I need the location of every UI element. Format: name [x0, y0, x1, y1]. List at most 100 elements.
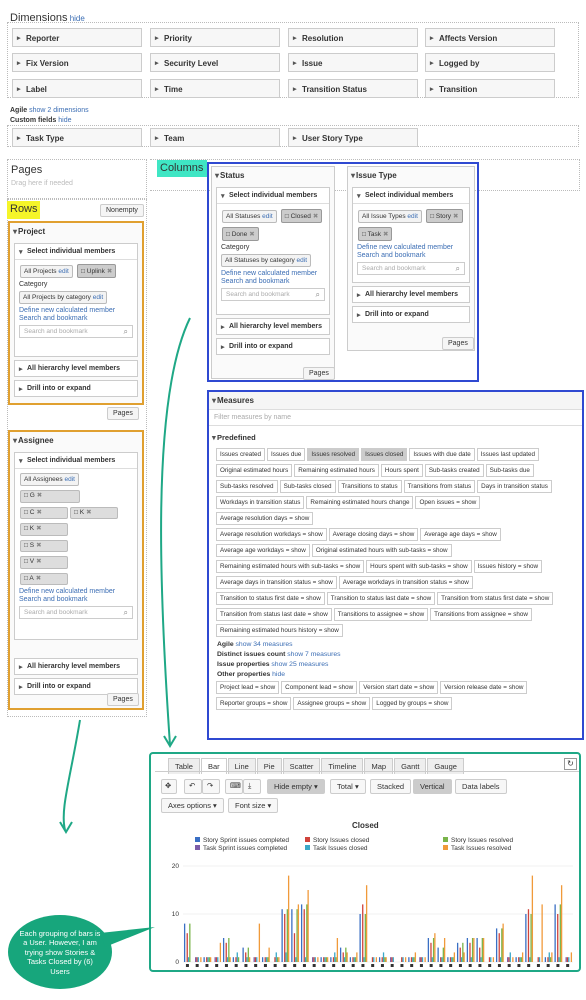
comment-icon[interactable]: ⌨ [225, 779, 243, 794]
measure-item[interactable]: Hours spent with sub-tasks = show [366, 559, 472, 573]
status-edit-link[interactable]: edit [262, 213, 272, 220]
measure-item[interactable]: Issues due [266, 447, 306, 461]
dim-team[interactable]: Team [150, 128, 280, 147]
issue-type-define-link[interactable]: Define new calculated member [353, 243, 469, 252]
remove-icon[interactable]: ✖ [36, 558, 41, 565]
measures-filter-input[interactable]: Filter measures by name [209, 410, 582, 426]
measures-predefined-header[interactable]: Predefined [209, 429, 582, 446]
project-drill[interactable]: Drill into or expand [15, 381, 137, 396]
measures-distinct-show-link[interactable]: show 7 measures [287, 651, 340, 658]
other-property-measure[interactable]: Component lead = show [281, 680, 358, 694]
dim-resolution[interactable]: Resolution [288, 28, 418, 47]
measure-item[interactable]: Issues with due date [409, 447, 475, 461]
measure-item[interactable]: Sub-tasks closed [279, 479, 336, 493]
axes-options-dropdown[interactable]: Axes options ▾ [161, 798, 224, 813]
measure-item[interactable]: Original estimated hours [216, 463, 293, 477]
assignee-member-chip[interactable]: □ K ✖ [70, 506, 118, 519]
other-property-measure[interactable]: Version release date = show [440, 680, 528, 694]
measure-item[interactable]: Remaining estimated hours with sub-tasks… [216, 559, 365, 573]
project-hierarchy[interactable]: All hierarchy level members [15, 361, 137, 376]
measure-item[interactable]: Average resolution days = show [216, 511, 314, 525]
status-drill[interactable]: Drill into or expand [217, 339, 329, 354]
project-search-bookmark-link[interactable]: Search and bookmark [15, 315, 137, 323]
dim-transition-status[interactable]: Transition Status [288, 79, 418, 98]
measure-item[interactable]: Average days in transition status = show [216, 575, 337, 589]
project-edit-link[interactable]: edit [58, 268, 68, 275]
total-dropdown[interactable]: Total ▾ [330, 779, 366, 794]
refresh-icon[interactable]: ↻ [564, 758, 577, 770]
assignee-drill[interactable]: Drill into or expand [15, 679, 137, 694]
measures-agile-show-link[interactable]: show 34 measures [236, 641, 293, 648]
hide-empty-dropdown[interactable]: Hide empty ▾ [267, 779, 325, 794]
fullscreen-icon[interactable]: ✥ [161, 779, 177, 794]
other-property-measure[interactable]: Logged by groups = show [372, 696, 453, 710]
remove-icon[interactable]: ✖ [383, 231, 388, 238]
status-define-link[interactable]: Define new calculated member [217, 269, 329, 278]
font-size-dropdown[interactable]: Font size ▾ [228, 798, 279, 813]
issue-type-header[interactable]: Issue Type [348, 167, 474, 184]
measure-item[interactable]: Transition from status last date = show [216, 607, 332, 621]
dim-logged-by[interactable]: Logged by [425, 53, 555, 72]
custom-fields-hide-link[interactable]: hide [58, 117, 71, 124]
measure-item[interactable]: Average resolution workdays = show [216, 527, 327, 541]
assignee-member-chip[interactable]: □ G ✖ [20, 490, 80, 503]
dim-fix-version[interactable]: Fix Version [12, 53, 142, 72]
remove-icon[interactable]: ✖ [313, 213, 318, 220]
status-hierarchy[interactable]: All hierarchy level members [217, 319, 329, 334]
measure-item[interactable]: Issues last updated [476, 447, 540, 461]
measure-item[interactable]: Transitions to assignee = show [333, 607, 429, 621]
measures-other-hide-link[interactable]: hide [272, 671, 285, 678]
dim-affects-version[interactable]: Affects Version [425, 28, 555, 47]
dim-time[interactable]: Time [150, 79, 280, 98]
measure-item[interactable]: Transitions to status [337, 479, 402, 493]
measure-item[interactable]: Issues history = show [473, 559, 543, 573]
measure-item[interactable]: Transition from status first date = show [437, 591, 554, 605]
dim-label[interactable]: Label [12, 79, 142, 98]
download-icon[interactable]: ⤓ [243, 779, 261, 794]
stacked-button[interactable]: Stacked [370, 779, 412, 794]
dim-reporter[interactable]: Reporter [12, 28, 142, 47]
pages-dropzone[interactable]: Pages Drag here if needed [7, 159, 147, 199]
assignee-hierarchy[interactable]: All hierarchy level members [15, 659, 137, 674]
project-search-input[interactable]: Search and bookmark [19, 325, 133, 338]
assignee-search-input[interactable]: Search and bookmark [19, 606, 133, 619]
other-property-measure[interactable]: Assignee groups = show [293, 696, 371, 710]
measure-item[interactable]: Hours spent [380, 463, 423, 477]
measure-item[interactable]: Open issues = show [415, 495, 481, 509]
remove-icon[interactable]: ✖ [37, 492, 42, 499]
project-select-members-header[interactable]: Select individual members [15, 244, 137, 260]
issue-type-pages-button[interactable]: Pages [442, 337, 474, 350]
issue-type-edit-link[interactable]: edit [407, 213, 417, 220]
other-property-measure[interactable]: Version start date = show [359, 680, 439, 694]
agile-show-link[interactable]: show 2 dimensions [29, 107, 89, 114]
project-category-edit-link[interactable]: edit [93, 294, 103, 301]
measures-props-show-link[interactable]: show 25 measures [271, 661, 328, 668]
project-uplink-chip[interactable]: □ Uplink ✖ [77, 264, 117, 278]
redo-icon[interactable]: ↷ [202, 779, 220, 794]
status-search-input[interactable]: Search and bookmark [221, 288, 325, 301]
measure-item[interactable]: Days in transition status [477, 479, 552, 493]
assignee-member-chip[interactable]: □ V ✖ [20, 556, 68, 569]
status-select-members-header[interactable]: Select individual members [217, 188, 329, 204]
measure-item[interactable]: Remaining estimated hours change [306, 495, 414, 509]
issue-type-search-bookmark-link[interactable]: Search and bookmark [353, 252, 469, 260]
assignee-select-members-header[interactable]: Select individual members [15, 453, 137, 469]
measure-item[interactable]: Issues resolved [307, 447, 360, 461]
assignee-member-chip[interactable]: □ S ✖ [20, 539, 68, 552]
data-labels-button[interactable]: Data labels [455, 779, 507, 794]
measure-item[interactable]: Average workdays in transition status = … [338, 575, 473, 589]
status-header[interactable]: Status [212, 167, 334, 184]
status-pages-button[interactable]: Pages [303, 367, 335, 380]
measure-item[interactable]: Sub-tasks created [424, 463, 484, 477]
status-closed-chip[interactable]: □ Closed ✖ [280, 209, 323, 223]
nonempty-button[interactable]: Nonempty [100, 204, 144, 217]
status-category-edit-link[interactable]: edit [297, 257, 307, 264]
assignee-header[interactable]: Assignee [10, 432, 142, 449]
remove-icon[interactable]: ✖ [453, 213, 458, 220]
assignee-define-link[interactable]: Define new calculated member [15, 587, 137, 596]
assignee-search-bookmark-link[interactable]: Search and bookmark [15, 596, 137, 604]
measure-item[interactable]: Transition to status last date = show [326, 591, 436, 605]
issue-type-story-chip[interactable]: □ Story ✖ [426, 209, 463, 223]
assignee-member-chip[interactable]: □ C ✖ [20, 506, 68, 519]
assignee-member-chip[interactable]: □ K ✖ [20, 523, 68, 536]
